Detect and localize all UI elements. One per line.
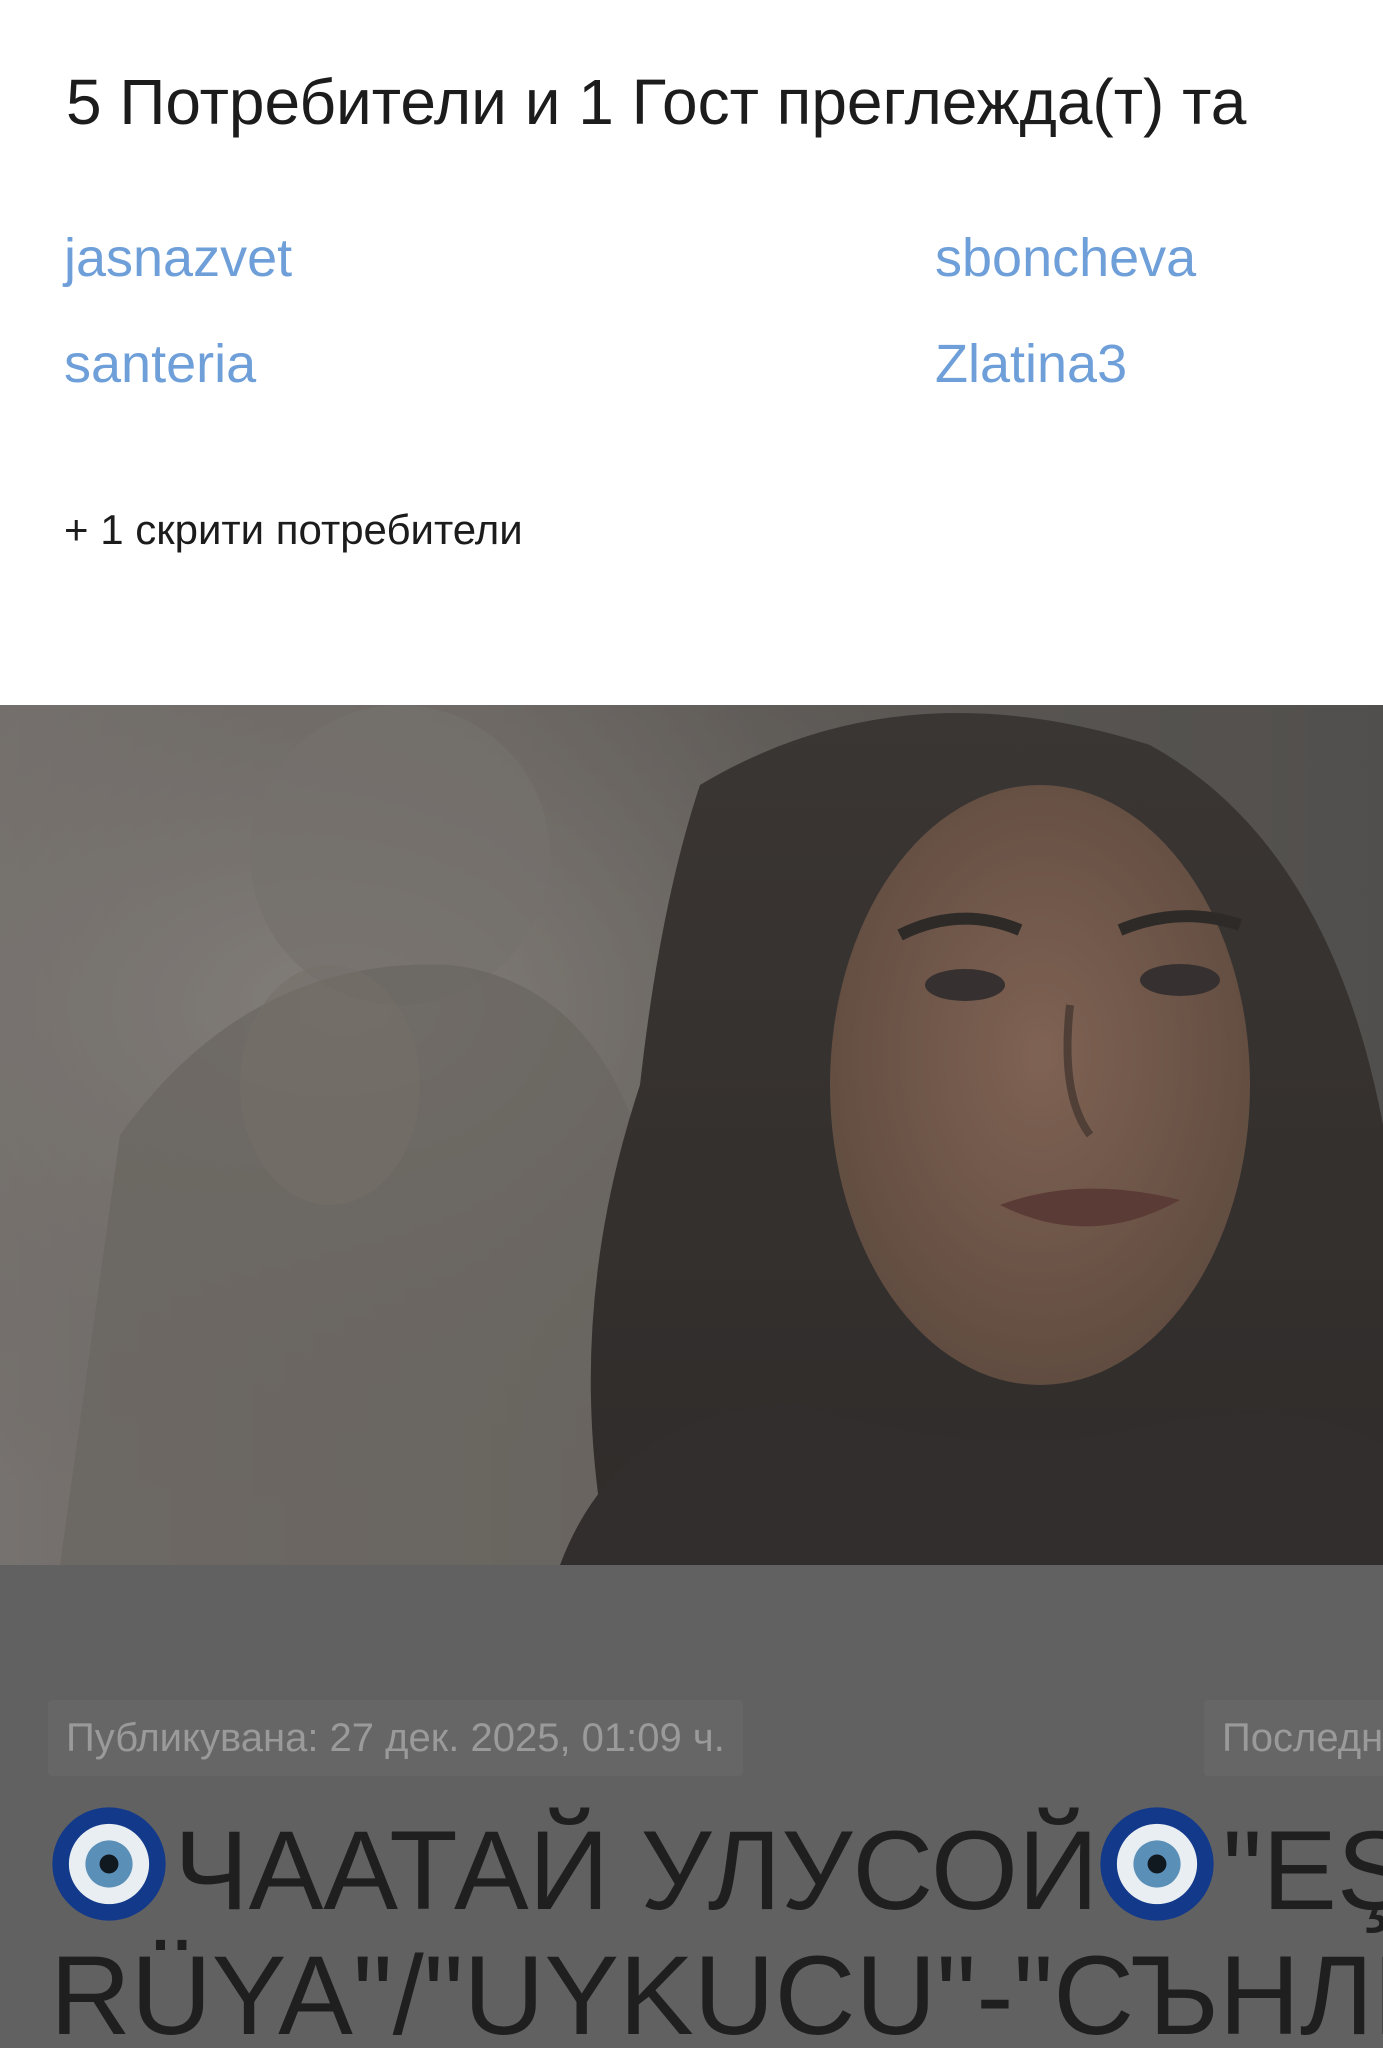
topic-title-text-part2: "EŞF xyxy=(1222,1808,1383,1933)
topic-title-line-1: ЧААТАЙ УЛУСОЙ "EŞF xyxy=(50,1805,1383,1933)
viewer-user-link[interactable]: jasnazvet xyxy=(64,226,292,290)
viewer-user-link[interactable]: sboncheva xyxy=(935,226,1196,290)
topic-title[interactable]: ЧААТАЙ УЛУСОЙ "EŞF RÜYA"/"UYKUCU"-"СЪНЛИ… xyxy=(50,1805,1383,2048)
topic-title-text-part1: ЧААТАЙ УЛУСОЙ xyxy=(174,1808,1099,1933)
nazar-amulet-icon xyxy=(52,1807,166,1921)
cover-photo-illustration xyxy=(0,705,1383,1565)
published-date: Публикувана: 27 дек. 2025, 01:09 ч. xyxy=(48,1700,743,1776)
hidden-users-count: + 1 скрити потребители xyxy=(64,506,523,553)
forum-page: 5 Потребители и 1 Гост преглежда(т) та j… xyxy=(0,0,1383,2048)
viewers-title: 5 Потребители и 1 Гост преглежда(т) та xyxy=(66,66,1247,138)
online-viewers-section: 5 Потребители и 1 Гост преглежда(т) та j… xyxy=(0,0,1383,705)
topic-cover-image[interactable] xyxy=(0,705,1383,1565)
topic-card[interactable]: Публикувана: 27 дек. 2025, 01:09 ч. Посл… xyxy=(0,705,1383,2048)
topic-title-line-2: RÜYA"/"UYKUCU"-"СЪНЛИВ xyxy=(50,1933,1383,2048)
last-post-label: Последн xyxy=(1204,1700,1383,1776)
nazar-amulet-icon xyxy=(1100,1807,1215,1921)
viewer-user-link[interactable]: Zlatina3 xyxy=(935,332,1127,396)
viewer-user-link[interactable]: santeria xyxy=(64,332,256,396)
